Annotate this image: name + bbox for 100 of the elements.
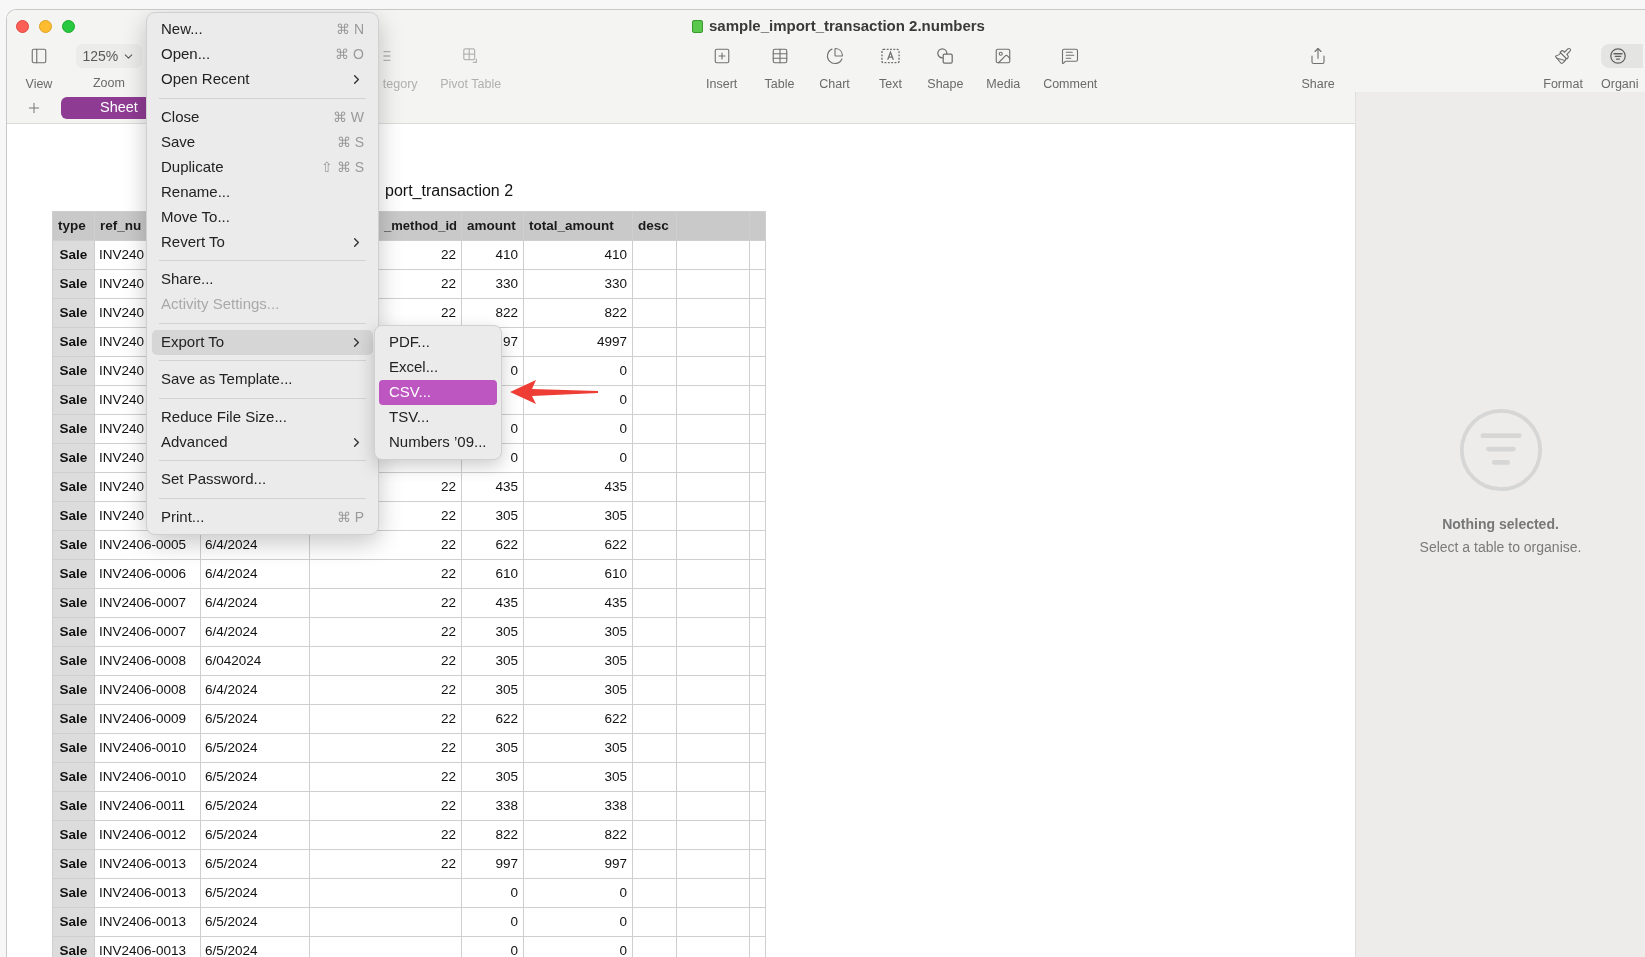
menu-item[interactable]: Export To <box>152 329 373 355</box>
row-header: Sale <box>53 647 95 676</box>
keyboard-shortcut: ⌘ N <box>336 20 364 39</box>
menu-item[interactable]: Save ⌘ S <box>152 129 373 155</box>
row-header: Sale <box>53 589 95 618</box>
table-cell: INV2406-0010 <box>95 763 201 792</box>
row-header: Sale <box>53 705 95 734</box>
table-cell: 6/5/2024 <box>201 850 310 879</box>
row-header: Sale <box>53 502 95 531</box>
toolbar-button[interactable]: Shape <box>920 44 971 92</box>
column-header: total_amount <box>524 212 633 241</box>
table-cell: 0 <box>524 357 633 386</box>
table-cell: INV2406-0008 <box>95 647 201 676</box>
row-header: Sale <box>53 792 95 821</box>
table-cell: 22 <box>310 763 462 792</box>
menu-item[interactable]: Open... ⌘ O <box>152 42 373 67</box>
row-header: Sale <box>53 357 95 386</box>
table-cell: 6/5/2024 <box>201 734 310 763</box>
toolbar-button[interactable]: Format <box>1533 44 1594 92</box>
table-cell: 822 <box>524 821 633 850</box>
menu-item[interactable]: Duplicate ⇧ ⌘ S <box>152 154 373 180</box>
table-cell: 6/4/2024 <box>201 560 310 589</box>
table-cell: 0 <box>462 879 524 908</box>
table-cell: 622 <box>524 705 633 734</box>
table-cell: 622 <box>462 531 524 560</box>
table-cell: 4997 <box>524 328 633 357</box>
table-cell: 305 <box>462 676 524 705</box>
table-cell: INV2406-0013 <box>95 850 201 879</box>
table-cell: 6/5/2024 <box>201 908 310 937</box>
row-header: Sale <box>53 560 95 589</box>
toolbar-label: Zoom <box>92 75 125 91</box>
table-cell: 435 <box>524 473 633 502</box>
table-cell: 305 <box>462 502 524 531</box>
table-cell: 22 <box>310 792 462 821</box>
table-cell: 305 <box>524 763 633 792</box>
table-cell: 22 <box>310 705 462 734</box>
table-cell: 305 <box>462 647 524 676</box>
keyboard-shortcut: ⌘ P <box>336 507 364 527</box>
table-cell: 22 <box>310 618 462 647</box>
toolbar-button[interactable]: Organi <box>1601 44 1645 92</box>
menu-item[interactable]: Close ⌘ W <box>152 104 373 130</box>
menu-item[interactable]: Open Recent <box>152 67 373 92</box>
column-header: type <box>53 212 95 241</box>
table-title: port_transaction 2 <box>385 181 515 201</box>
zoom-dropdown[interactable]: 125% <box>75 44 142 68</box>
table-cell: 622 <box>524 531 633 560</box>
row-header: Sale <box>53 241 95 270</box>
row-header: Sale <box>53 618 95 647</box>
column-header: amount <box>462 212 524 241</box>
table-cell: 0 <box>524 415 633 444</box>
table-cell: 0 <box>524 444 633 473</box>
table-cell: 305 <box>524 618 633 647</box>
panel-message: Select a table to organise. <box>1419 538 1582 557</box>
table-cell: 0 <box>524 879 633 908</box>
table-cell: INV2406-0013 <box>95 879 201 908</box>
menu-item[interactable]: Rename... <box>152 179 373 205</box>
keyboard-shortcut: ⌘ W <box>332 107 364 127</box>
row-header: Sale <box>53 937 95 957</box>
table-cell: 0 <box>524 908 633 937</box>
table-cell: 305 <box>462 618 524 647</box>
table-cell: INV2406-0012 <box>95 821 201 850</box>
row-header: Sale <box>53 850 95 879</box>
panel-title: Nothing selected. <box>1442 515 1559 534</box>
table-cell: 305 <box>524 734 633 763</box>
submenu-item[interactable]: CSV... <box>379 380 497 405</box>
table-cell: 822 <box>524 299 633 328</box>
toolbar-button[interactable]: View <box>9 44 69 92</box>
table-cell: INV2406-0007 <box>95 618 201 647</box>
menu-item[interactable]: New... ⌘ N <box>152 17 373 42</box>
table-cell: 305 <box>524 676 633 705</box>
table-cell: 22 <box>310 560 462 589</box>
toolbar-button[interactable]: Insert <box>691 44 752 92</box>
row-header: Sale <box>53 879 95 908</box>
table-cell: INV2406-0011 <box>95 792 201 821</box>
table-cell: 22 <box>310 850 462 879</box>
row-header: Sale <box>53 734 95 763</box>
table-cell: 338 <box>524 792 633 821</box>
table-cell: INV2406-0007 <box>95 589 201 618</box>
row-header: Sale <box>53 676 95 705</box>
toolbar-button[interactable]: Text <box>865 44 916 92</box>
row-header: Sale <box>53 531 95 560</box>
table-cell: 305 <box>462 734 524 763</box>
toolbar-button[interactable]: Table <box>754 44 805 92</box>
table-cell: 305 <box>524 647 633 676</box>
table-cell: 305 <box>462 763 524 792</box>
table-cell: 6/042024 <box>201 647 310 676</box>
row-header: Sale <box>53 473 95 502</box>
column-header: desc <box>633 212 677 241</box>
table-cell: 330 <box>462 270 524 299</box>
row-header: Sale <box>53 763 95 792</box>
table-cell: 6/4/2024 <box>201 676 310 705</box>
toolbar-button[interactable]: Media <box>978 44 1029 92</box>
table-cell: 22 <box>310 647 462 676</box>
toolbar-button[interactable]: Comment <box>1035 44 1106 92</box>
toolbar-button[interactable]: Chart <box>809 44 860 92</box>
table-cell: 6/4/2024 <box>201 589 310 618</box>
row-header: Sale <box>53 270 95 299</box>
table-cell: 338 <box>462 792 524 821</box>
toolbar-button[interactable]: Share <box>1288 44 1349 92</box>
table-cell: 435 <box>462 589 524 618</box>
